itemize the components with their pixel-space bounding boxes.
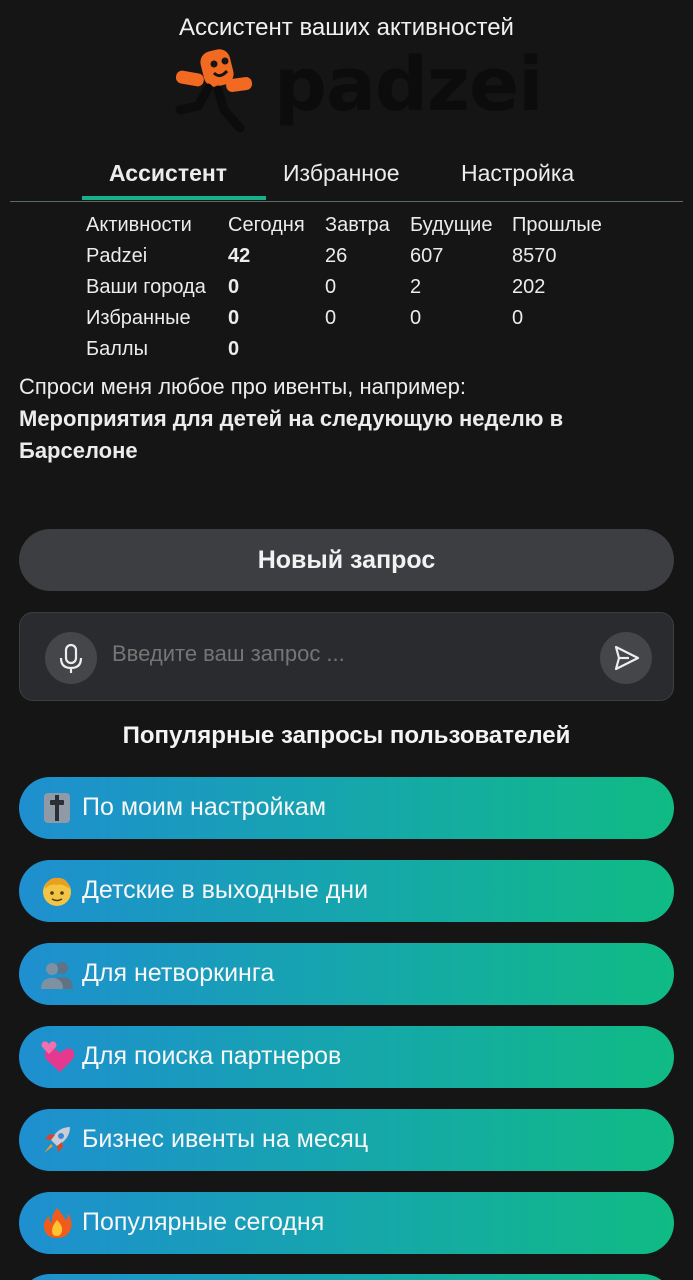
popular-query-item[interactable]: Популярные сегодня — [19, 1192, 674, 1254]
popular-query-item-partial[interactable] — [19, 1274, 674, 1280]
hint-intro: Спроси меня любое про ивенты, например: — [19, 374, 466, 399]
microphone-icon — [59, 643, 83, 673]
tab-assistant[interactable]: Ассистент — [109, 160, 227, 187]
today-count: 0 — [228, 276, 240, 298]
query-input-box — [19, 612, 674, 701]
column-header: Сегодня — [228, 214, 305, 236]
future-count: 0 — [410, 307, 422, 329]
assistant-hint: Спроси меня любое про ивенты, например: … — [19, 371, 674, 467]
logo-mascot-icon — [175, 49, 253, 133]
tab-favorites[interactable]: Избранное — [283, 160, 400, 187]
popular-query-label: Для поиска партнеров — [82, 1042, 342, 1070]
popular-query-label: Для нетворкинга — [82, 959, 275, 987]
rocket-icon — [44, 1127, 70, 1153]
tomorrow-count: 0 — [325, 307, 337, 329]
page-subtitle: Ассистент ваших активностей — [179, 14, 514, 41]
points-count: 0 — [228, 338, 240, 360]
popular-query-item[interactable]: Детские в выходные дни — [19, 860, 674, 922]
tab-bar: Ассистент Избранное Настройка — [10, 150, 683, 202]
column-header: Завтра — [325, 214, 390, 236]
child-icon — [43, 877, 71, 906]
new-query-button[interactable]: Новый запрос — [19, 529, 674, 591]
popular-query-item[interactable]: Для поиска партнеров — [19, 1026, 674, 1088]
popular-query-label: По моим настройкам — [82, 793, 327, 821]
popular-query-label: Бизнес ивенты на месяц — [82, 1125, 369, 1153]
past-count: 8570 — [512, 245, 557, 267]
tomorrow-count: 0 — [325, 276, 337, 298]
future-count: 2 — [410, 276, 422, 298]
past-count: 202 — [512, 276, 546, 298]
hearts-icon — [41, 1041, 74, 1072]
column-header: Активности — [86, 214, 192, 236]
logo-wordmark: padzei — [274, 42, 544, 128]
query-input[interactable] — [112, 641, 592, 667]
today-count: 0 — [228, 307, 240, 329]
hint-example: Мероприятия для детей на следующую недел… — [19, 406, 564, 463]
popular-query-item[interactable]: Для нетворкинга — [19, 943, 674, 1005]
row-label: Ваши города — [86, 276, 206, 298]
column-header: Будущие — [410, 214, 493, 236]
popular-query-item[interactable]: Бизнес ивенты на месяц — [19, 1109, 674, 1171]
tab-settings[interactable]: Настройка — [461, 160, 574, 187]
popular-query-item[interactable]: По моим настройкам — [19, 777, 674, 839]
send-button[interactable] — [600, 632, 652, 684]
row-label: Баллы — [86, 338, 148, 360]
people-icon — [41, 962, 73, 989]
fire-icon — [43, 1208, 72, 1238]
popular-queries-title: Популярные запросы пользователей — [122, 722, 571, 749]
popular-query-label: Популярные сегодня — [82, 1208, 325, 1236]
slider-icon — [44, 793, 70, 823]
future-count: 607 — [410, 245, 444, 267]
popular-query-label: Детские в выходные дни — [82, 876, 369, 904]
row-label: Padzei — [86, 245, 148, 267]
past-count: 0 — [512, 307, 524, 329]
row-label: Избранные — [86, 307, 191, 329]
column-header: Прошлые — [512, 214, 602, 236]
microphone-button[interactable] — [45, 632, 97, 684]
tomorrow-count: 26 — [325, 245, 348, 267]
padzei-logo: padzei — [174, 42, 544, 134]
today-count: 42 — [228, 245, 251, 267]
send-icon — [614, 645, 640, 671]
active-tab-indicator — [82, 196, 266, 200]
